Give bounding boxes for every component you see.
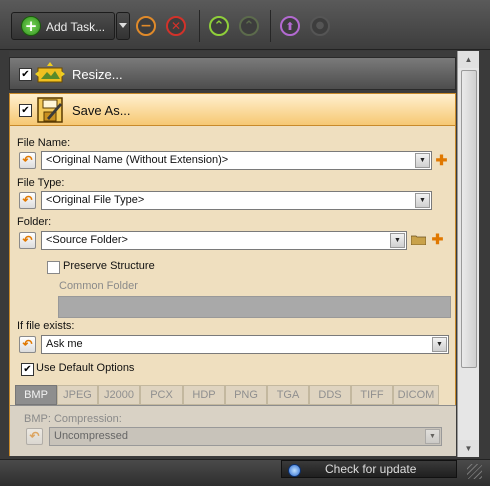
tab-dicom[interactable]: DICOM	[393, 385, 439, 405]
tab-j2000[interactable]: J2000	[98, 385, 140, 405]
task-panel: ✔ Resize... ✔ Save As... File Name: ↶ <O…	[9, 51, 456, 457]
status-bar: Check for update	[0, 459, 490, 486]
resize-enabled-checkbox[interactable]: ✔	[19, 68, 32, 81]
add-file-name-icon[interactable]: ✚	[435, 153, 448, 167]
file-name-value: <Original Name (Without Extension)>	[46, 154, 229, 166]
compression-insert-button[interactable]: ↶	[26, 428, 43, 445]
add-task-dropdown-button[interactable]	[116, 12, 130, 40]
file-type-label: File Type:	[17, 177, 65, 189]
scroll-up-icon[interactable]: ▲	[458, 51, 479, 68]
tab-tga[interactable]: TGA	[267, 385, 309, 405]
toolbar-divider	[270, 10, 271, 42]
move-down-icon[interactable]: ⌃	[239, 16, 259, 36]
if-exists-value: Ask me	[46, 338, 83, 350]
use-default-checkbox[interactable]: ✔	[21, 363, 34, 376]
resize-section-title: Resize...	[72, 67, 123, 82]
folder-label: Folder:	[17, 216, 52, 228]
compression-label: BMP: Compression:	[24, 413, 122, 425]
chevron-down-icon[interactable]: ▼	[425, 429, 440, 444]
scrollbar-thumb[interactable]	[461, 70, 477, 368]
insert-arrow-icon: ↶	[22, 153, 33, 167]
tab-hdp[interactable]: HDP	[183, 385, 225, 405]
file-type-insert-button[interactable]: ↶	[19, 192, 36, 209]
chevron-down-icon[interactable]: ▼	[390, 233, 405, 248]
if-exists-label: If file exists:	[17, 320, 75, 332]
format-tabs: BMP JPEG J2000 PCX HDP PNG TGA DDS TIFF …	[10, 385, 456, 406]
chevron-down-icon[interactable]: ▼	[432, 337, 447, 352]
save-as-section-title: Save As...	[72, 103, 131, 118]
file-type-value: <Original File Type>	[46, 194, 145, 206]
add-task-label: Add Task...	[46, 20, 106, 34]
save-as-icon	[35, 96, 65, 124]
check-for-update-button[interactable]: Check for update	[281, 460, 457, 478]
save-as-options: File Name: ↶ <Original Name (Without Ext…	[9, 126, 456, 456]
insert-arrow-icon: ↶	[22, 337, 33, 351]
preserve-structure-checkbox[interactable]	[47, 261, 60, 274]
folder-value: <Source Folder>	[46, 234, 128, 246]
tab-dds[interactable]: DDS	[309, 385, 351, 405]
vertical-scrollbar[interactable]: ▲ ▼	[457, 51, 479, 457]
folder-combo[interactable]: <Source Folder> ▼	[41, 231, 407, 250]
remove-task-icon[interactable]: −	[136, 16, 156, 36]
insert-arrow-icon: ↶	[22, 193, 33, 207]
run-icon[interactable]: ⬆	[280, 16, 300, 36]
save-as-enabled-checkbox[interactable]: ✔	[19, 104, 32, 117]
insert-arrow-icon: ↶	[29, 429, 40, 443]
chevron-down-icon[interactable]: ▼	[415, 193, 430, 208]
resize-icon	[35, 62, 65, 86]
tab-jpeg[interactable]: JPEG	[57, 385, 98, 405]
tab-png[interactable]: PNG	[225, 385, 267, 405]
clear-tasks-icon[interactable]: ✕	[166, 16, 186, 36]
common-folder-label: Common Folder	[59, 280, 138, 292]
common-folder-input[interactable]	[58, 296, 451, 318]
compression-combo[interactable]: Uncompressed ▼	[49, 427, 442, 446]
if-exists-insert-button[interactable]: ↶	[19, 336, 36, 353]
chevron-down-icon	[119, 23, 127, 28]
add-icon: +	[21, 16, 41, 36]
move-up-icon[interactable]: ⌃	[209, 16, 229, 36]
file-name-insert-button[interactable]: ↶	[19, 152, 36, 169]
file-name-label: File Name:	[17, 137, 71, 149]
file-name-combo[interactable]: <Original Name (Without Extension)> ▼	[41, 151, 432, 170]
tab-pcx[interactable]: PCX	[140, 385, 183, 405]
resize-section-header[interactable]: ✔ Resize...	[9, 57, 456, 90]
tab-tiff[interactable]: TIFF	[351, 385, 393, 405]
use-default-label: Use Default Options	[36, 362, 135, 374]
scroll-down-icon[interactable]: ▼	[458, 440, 479, 457]
preserve-structure-label: Preserve Structure	[63, 260, 155, 272]
update-globe-icon	[288, 464, 301, 477]
tab-bmp[interactable]: BMP	[15, 385, 57, 405]
folder-insert-button[interactable]: ↶	[19, 232, 36, 249]
if-exists-combo[interactable]: Ask me ▼	[41, 335, 449, 354]
bmp-options: BMP: Compression: ↶ Uncompressed ▼	[10, 406, 456, 456]
check-for-update-label: Check for update	[325, 462, 417, 476]
add-task-button[interactable]: + Add Task...	[11, 12, 115, 40]
compression-value: Uncompressed	[54, 430, 128, 442]
chevron-down-icon[interactable]: ▼	[415, 153, 430, 168]
browse-folder-icon[interactable]	[410, 234, 427, 246]
stop-icon[interactable]: ●	[310, 16, 330, 36]
resize-grip-icon[interactable]	[467, 464, 482, 479]
file-type-combo[interactable]: <Original File Type> ▼	[41, 191, 432, 210]
insert-arrow-icon: ↶	[22, 233, 33, 247]
toolbar: + Add Task... − ✕ ⌃ ⌃ ⬆ ●	[0, 0, 490, 50]
add-folder-icon[interactable]: ✚	[431, 232, 444, 246]
save-as-section-header[interactable]: ✔ Save As...	[9, 93, 456, 126]
toolbar-divider	[199, 10, 200, 42]
